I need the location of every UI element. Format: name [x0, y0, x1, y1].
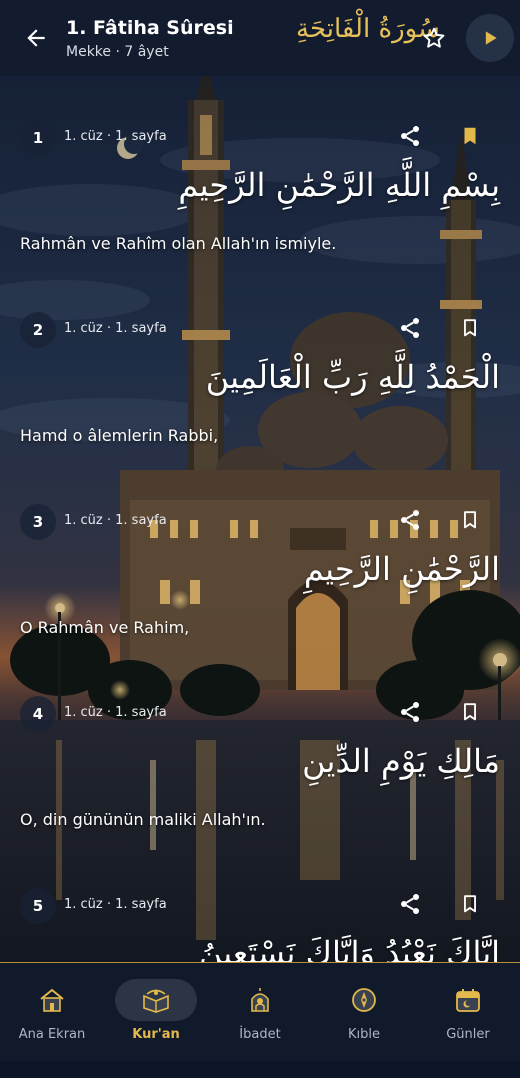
verse-number: 4 [20, 696, 56, 732]
verse-meta: 1. cüz · 1. sayfa [64, 321, 167, 336]
share-icon [401, 702, 419, 722]
verse-meta: 1. cüz · 1. sayfa [64, 705, 167, 720]
verse-number: 1 [20, 120, 56, 156]
bookmark-filled-icon [464, 127, 476, 145]
page-title: 1. Fâtiha Sûresi [66, 17, 234, 39]
verse-translation: Hamd o âlemlerin Rabbi, [20, 426, 219, 445]
bookmark-button[interactable] [456, 314, 484, 342]
verse-item: 4 1. cüz · 1. sayfa مَالِكِ يَوْمِ الدِّ… [0, 694, 520, 886]
verse-meta: 1. cüz · 1. sayfa [64, 897, 167, 912]
verse-item: 3 1. cüz · 1. sayfa الرَّحْمَٰنِ الرَّحِ… [0, 502, 520, 694]
verse-translation: O, din gününün maliki Allah'ın. [20, 810, 266, 829]
share-icon [401, 318, 419, 338]
nav-label: İbadet [239, 1027, 281, 1042]
nav-label: Kur'an [132, 1027, 180, 1042]
verse-item: 1 1. cüz · 1. sayfa بِسْمِ اللَّهِ الرَّ… [0, 118, 520, 310]
verse-translation: O Rahmân ve Rahim, [20, 618, 190, 637]
nav-item-quran[interactable]: Kur'an [104, 963, 208, 1061]
nav-item-home[interactable]: Ana Ekran [0, 963, 104, 1061]
play-icon [485, 31, 497, 45]
share-button[interactable] [396, 122, 424, 150]
verse-item: 2 1. cüz · 1. sayfa الْحَمْدُ لِلَّهِ رَ… [0, 310, 520, 502]
back-button[interactable] [20, 22, 52, 54]
bookmark-button[interactable] [456, 506, 484, 534]
verse-arabic-text: بِسْمِ اللَّهِ الرَّحْمَٰنِ الرَّحِيمِ [178, 166, 500, 204]
bookmark-outline-icon [464, 895, 476, 913]
verse-meta: 1. cüz · 1. sayfa [64, 129, 167, 144]
bookmark-button[interactable] [456, 698, 484, 726]
verse-number: 3 [20, 504, 56, 540]
nav-label: Ana Ekran [18, 1027, 86, 1042]
nav-item-worship[interactable]: İbadet [208, 963, 312, 1061]
home-icon [40, 988, 64, 1012]
nav-label: Günler [446, 1027, 490, 1042]
bookmark-outline-icon [464, 703, 476, 721]
compass-icon [352, 988, 376, 1012]
verse-meta: 1. cüz · 1. sayfa [64, 513, 167, 528]
play-audio-button[interactable] [466, 14, 514, 62]
prayer-icon [251, 988, 269, 1012]
share-button[interactable] [396, 890, 424, 918]
share-icon [401, 126, 419, 146]
verse-arabic-text: الرَّحْمَٰنِ الرَّحِيمِ [303, 550, 500, 588]
calendar-icon [456, 989, 480, 1012]
verse-number: 2 [20, 312, 56, 348]
share-icon [401, 894, 419, 914]
verse-arabic-text: مَالِكِ يَوْمِ الدِّينِ [302, 742, 500, 780]
bookmark-button[interactable] [456, 122, 484, 150]
share-button[interactable] [396, 314, 424, 342]
star-outline-icon [423, 27, 445, 48]
share-icon [401, 510, 419, 530]
verse-translation: Rahmân ve Rahîm olan Allah'ın ismiyle. [20, 234, 337, 253]
bookmark-button[interactable] [456, 890, 484, 918]
bottom-navigation-bar: Ana Ekran Kur'an İbadet Kıble Günler [0, 962, 520, 1061]
favorite-button[interactable] [418, 22, 450, 54]
verse-arabic-text: الْحَمْدُ لِلَّهِ رَبِّ الْعَالَمِينَ [205, 358, 500, 396]
nav-item-days[interactable]: Günler [416, 963, 520, 1061]
nav-label: Kıble [348, 1027, 380, 1042]
nav-item-qibla[interactable]: Kıble [312, 963, 416, 1061]
top-app-bar: 1. Fâtiha Sûresi Mekke · 7 âyet سُورَةُ … [0, 0, 520, 76]
arrow-left-icon [27, 29, 45, 47]
bookmark-outline-icon [464, 319, 476, 337]
surah-title-block: 1. Fâtiha Sûresi Mekke · 7 âyet [66, 16, 234, 62]
surah-subtitle: Mekke · 7 âyet [66, 44, 169, 60]
share-button[interactable] [396, 506, 424, 534]
quran-icon [143, 989, 169, 1013]
bookmark-outline-icon [464, 511, 476, 529]
share-button[interactable] [396, 698, 424, 726]
verse-number: 5 [20, 888, 56, 924]
